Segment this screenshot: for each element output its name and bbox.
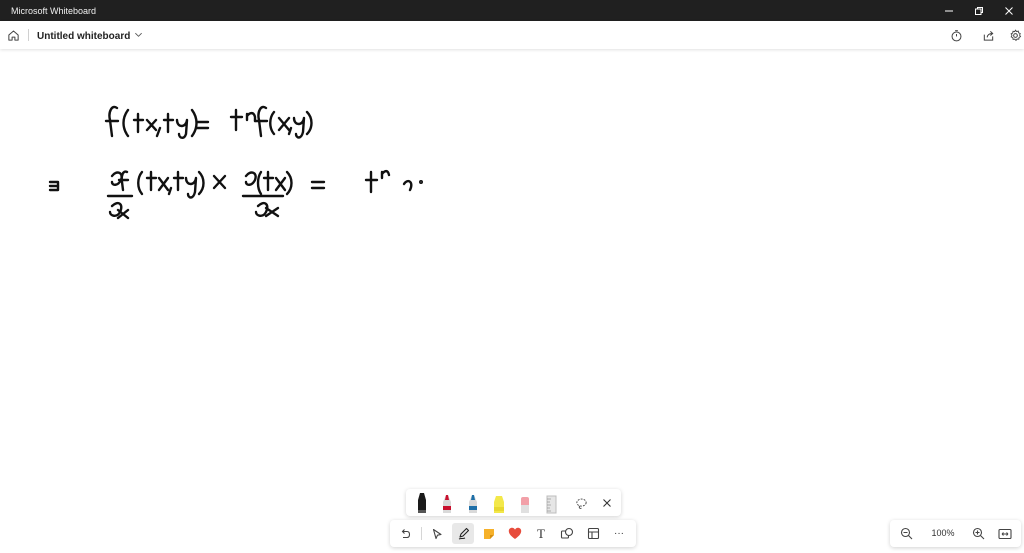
ink-strokes — [48, 105, 424, 220]
board-title: Untitled whiteboard — [37, 30, 131, 42]
text-tool-button[interactable]: T — [530, 523, 552, 544]
ruler-icon[interactable] — [540, 493, 562, 515]
ink-equation-line-2 — [48, 169, 424, 220]
whiteboard-canvas[interactable] — [0, 49, 1024, 548]
shapes-icon[interactable] — [556, 523, 578, 544]
undo-icon[interactable] — [394, 523, 416, 544]
zoom-in-icon[interactable] — [967, 523, 989, 544]
header-divider — [28, 29, 29, 41]
home-icon[interactable] — [5, 27, 21, 43]
share-icon[interactable] — [980, 27, 996, 43]
restore-icon[interactable] — [964, 0, 994, 21]
minimize-icon[interactable] — [934, 0, 964, 21]
pen-tray — [406, 489, 621, 516]
title-bar: Microsoft Whiteboard — [0, 0, 1024, 21]
black-pen[interactable] — [410, 491, 434, 515]
zoom-controls: 100% — [890, 520, 1021, 547]
zoom-level[interactable]: 100% — [926, 528, 960, 538]
pen-icon[interactable] — [452, 523, 474, 544]
gear-icon[interactable] — [1007, 27, 1023, 43]
window-controls — [934, 0, 1024, 21]
close-icon[interactable] — [596, 493, 618, 513]
templates-icon[interactable] — [582, 523, 604, 544]
more-options-button[interactable]: ··· — [608, 523, 630, 544]
main-toolbar: T ··· — [390, 520, 636, 547]
pointer-icon[interactable] — [426, 523, 448, 544]
blue-pen[interactable] — [462, 493, 484, 515]
pink-eraser[interactable] — [514, 493, 536, 515]
chevron-down-icon — [134, 30, 143, 42]
timer-icon[interactable] — [948, 27, 964, 43]
close-icon[interactable] — [994, 0, 1024, 21]
app-header: Untitled whiteboard — [0, 21, 1024, 49]
app-title: Microsoft Whiteboard — [11, 6, 97, 16]
fit-screen-icon[interactable] — [994, 523, 1016, 544]
lasso-icon[interactable] — [570, 493, 592, 513]
sticky-note-icon[interactable] — [478, 523, 500, 544]
board-title-button[interactable]: Untitled whiteboard — [37, 30, 143, 42]
heart-icon[interactable] — [504, 523, 526, 544]
toolbar-divider — [421, 527, 422, 540]
red-pen[interactable] — [436, 493, 458, 515]
zoom-out-icon[interactable] — [895, 523, 917, 544]
yellow-highlighter[interactable] — [488, 493, 510, 515]
ink-equation-line-1 — [104, 105, 313, 139]
